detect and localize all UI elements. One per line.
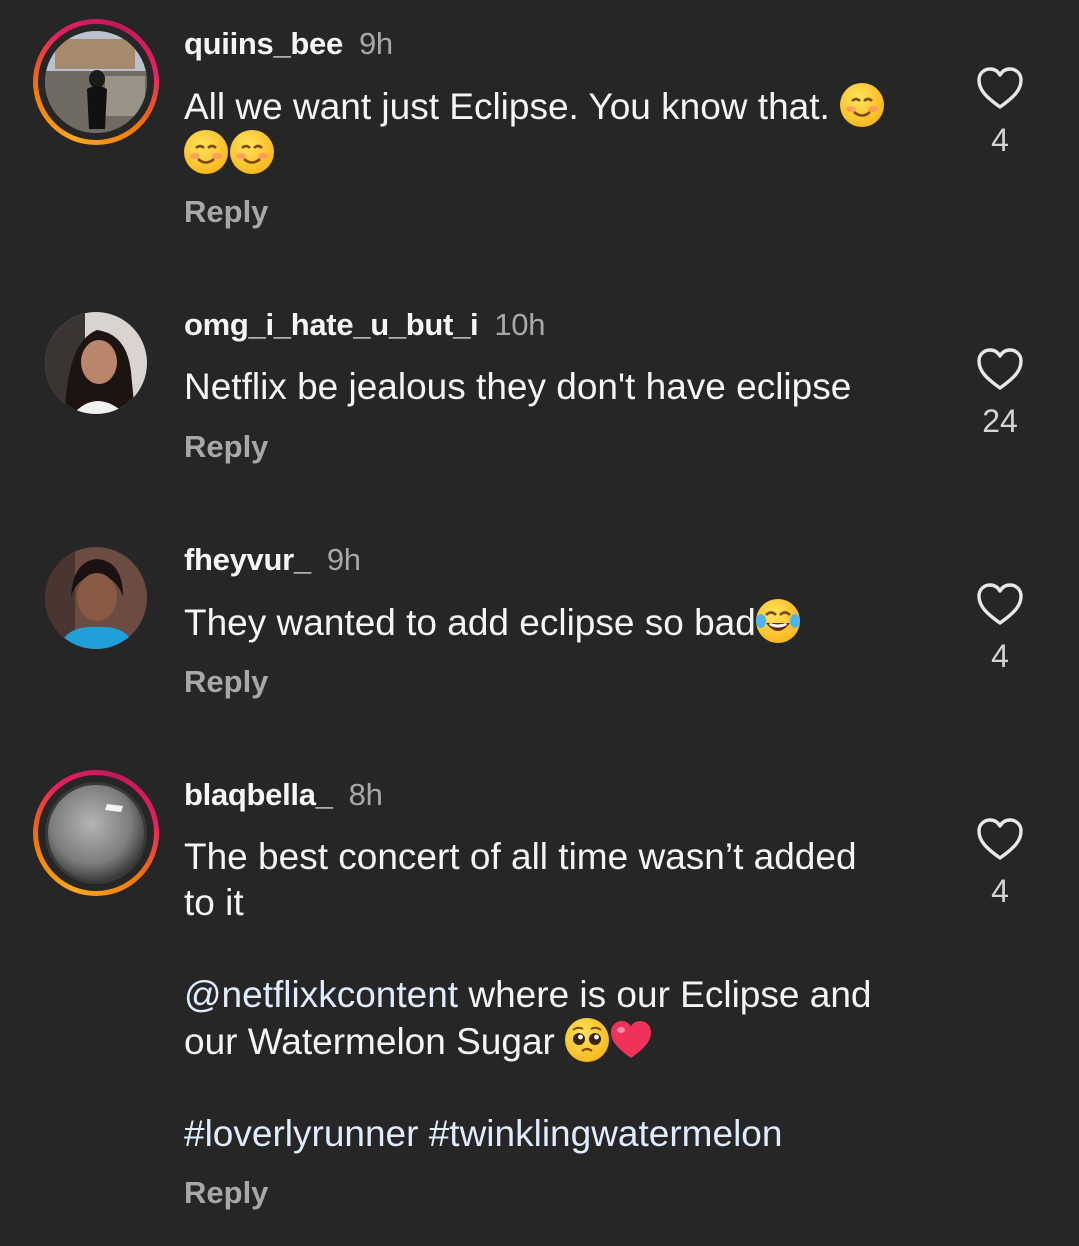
smiling-face-emoji: [840, 83, 885, 127]
comment-body-line: our Watermelon Sugar: [184, 1021, 566, 1062]
heart-outline-icon[interactable]: [976, 66, 1024, 110]
comment-body-line: where is our Eclipse and: [458, 974, 872, 1015]
timestamp: 8h: [348, 777, 383, 812]
like-count: 24: [982, 403, 1018, 439]
comment-text: Netflix be jealous they don't have eclip…: [184, 366, 852, 407]
red-heart-emoji: [611, 1021, 652, 1058]
comment-body-line: The best concert of all time wasn’t adde…: [184, 836, 857, 877]
avatar[interactable]: [45, 782, 147, 884]
comment-body: They wanted to add eclipse so bad: [184, 602, 756, 643]
reply-button[interactable]: Reply: [184, 664, 268, 700]
username[interactable]: blaqbella_ 8h: [184, 777, 383, 813]
timestamp: 10h: [494, 307, 546, 342]
avatar[interactable]: [45, 547, 147, 649]
avatar-story-ring[interactable]: [33, 19, 159, 145]
username-text[interactable]: fheyvur_: [184, 542, 311, 577]
avatar-story-ring[interactable]: [33, 770, 159, 896]
like-control: 4: [970, 817, 1030, 910]
username[interactable]: fheyvur_ 9h: [184, 542, 361, 578]
smiling-face-emoji: [184, 130, 228, 174]
timestamp: 9h: [358, 26, 393, 61]
like-count: 4: [991, 638, 1009, 674]
like-count: 4: [991, 122, 1009, 158]
username-text[interactable]: quiins_bee: [184, 26, 343, 61]
reply-button[interactable]: Reply: [184, 1175, 268, 1211]
heart-outline-icon[interactable]: [976, 347, 1024, 391]
heart-outline-icon[interactable]: [976, 582, 1024, 626]
comment-body-line: to it: [184, 882, 244, 923]
heart-outline-icon[interactable]: [976, 817, 1024, 861]
reply-button[interactable]: Reply: [184, 429, 268, 465]
like-count: 4: [991, 873, 1009, 909]
like-control: 4: [970, 582, 1030, 675]
mention-link[interactable]: @netflixkcontent: [184, 974, 458, 1015]
username[interactable]: quiins_bee 9h: [184, 26, 393, 62]
pleading-face-emoji: [565, 1018, 610, 1062]
reply-button[interactable]: Reply: [184, 194, 268, 230]
like-control: 24: [970, 347, 1030, 440]
username[interactable]: omg_i_hate_u_but_i 10h: [184, 307, 545, 343]
comment-body: All we want just Eclipse. You know that.: [184, 86, 841, 127]
avatar-container[interactable]: [33, 300, 159, 426]
face-with-tears-of-joy-emoji: [755, 599, 800, 643]
comment-text: The best concert of all time wasn’t adde…: [184, 834, 924, 1157]
smiling-face-emoji: [230, 130, 274, 174]
avatar[interactable]: [45, 31, 147, 133]
avatar-container[interactable]: [33, 535, 159, 661]
timestamp: 9h: [326, 542, 361, 577]
like-control: 4: [970, 66, 1030, 159]
comment-text: All we want just Eclipse. You know that.: [184, 83, 924, 177]
username-text[interactable]: omg_i_hate_u_but_i: [184, 307, 479, 342]
username-text[interactable]: blaqbella_: [184, 777, 333, 812]
avatar[interactable]: [45, 312, 147, 414]
hashtag-links[interactable]: #loverlyrunner #twinklingwatermelon: [184, 1113, 782, 1154]
comment-text: They wanted to add eclipse so bad: [184, 599, 924, 646]
